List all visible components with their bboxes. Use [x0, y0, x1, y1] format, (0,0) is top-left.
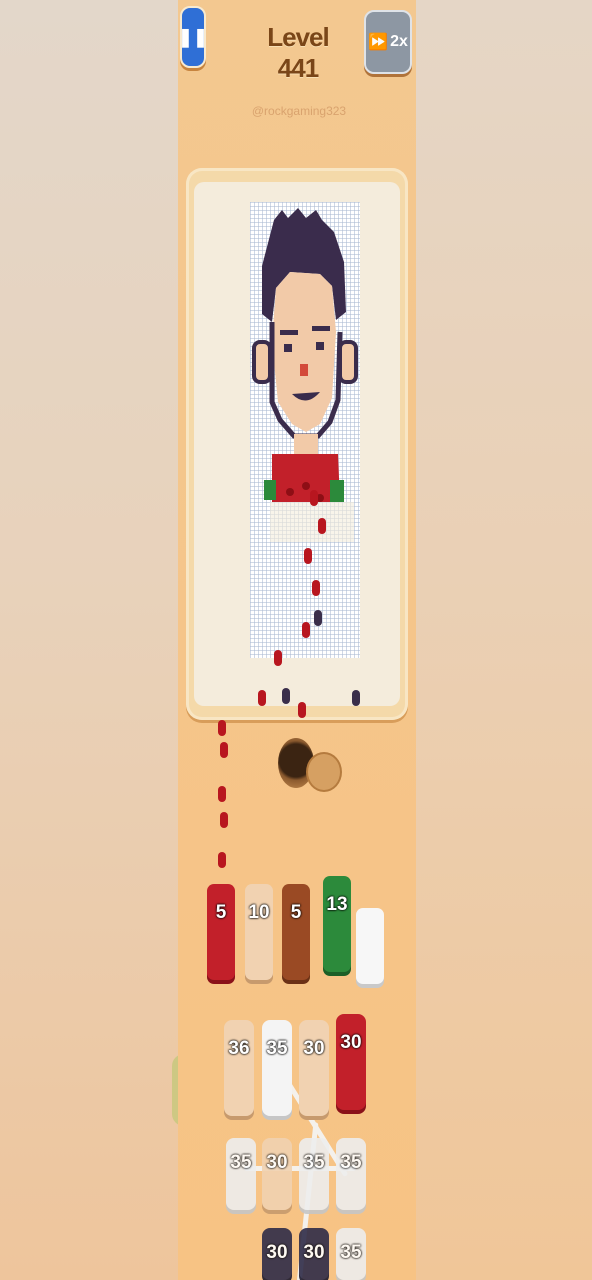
slot-red[interactable]: 5: [207, 884, 235, 980]
pause-button[interactable]: ❚❚: [178, 6, 209, 68]
tile[interactable]: 35: [299, 1138, 329, 1210]
ant: [298, 702, 306, 718]
creator-username: @rockgaming323: [251, 104, 347, 118]
tile[interactable]: 30: [299, 1228, 329, 1280]
ant: [352, 690, 360, 706]
slot-count: 5: [290, 902, 302, 923]
slot-count: 13: [326, 894, 348, 915]
tile[interactable]: 35: [226, 1138, 256, 1210]
ant: [282, 688, 290, 704]
level-title: Level 441: [267, 22, 330, 83]
ant: [274, 650, 282, 666]
tile-count: 36: [228, 1038, 250, 1059]
speed-label: 2x: [390, 33, 408, 50]
tile[interactable]: 30: [299, 1020, 329, 1116]
ant: [312, 580, 320, 596]
slot-count: 10: [248, 902, 270, 923]
slot-brown[interactable]: 5: [282, 884, 310, 980]
tile-count: 35: [340, 1242, 362, 1263]
fast-forward-icon: ⏩: [368, 34, 389, 51]
tile[interactable]: 30: [262, 1228, 292, 1280]
ant: [310, 490, 318, 506]
tile-count: 35: [303, 1152, 325, 1173]
game-screen: ❚❚ Level 441 ⏩ 2x @rockgaming323 5 10 5 …: [178, 0, 416, 1280]
tile-count: 30: [303, 1242, 325, 1263]
ant: [318, 518, 326, 534]
ant: [304, 548, 312, 564]
ant: [258, 690, 266, 706]
ant: [220, 742, 228, 758]
left-background-blur: [0, 0, 178, 1280]
pixel-art-canvas: [250, 202, 360, 658]
board-surface: [194, 182, 400, 706]
tile[interactable]: 35: [336, 1228, 366, 1280]
tile-count: 30: [340, 1032, 362, 1053]
slot-green[interactable]: 13: [323, 876, 351, 972]
ant: [314, 610, 322, 626]
ant: [302, 622, 310, 638]
tile[interactable]: 30: [336, 1014, 366, 1110]
slot-empty[interactable]: [356, 908, 384, 984]
tile[interactable]: 36: [224, 1020, 254, 1116]
ant: [220, 812, 228, 828]
ant: [218, 852, 226, 868]
picture-board: [186, 168, 408, 720]
tile-count: 30: [266, 1152, 288, 1173]
tile-count: 35: [266, 1038, 288, 1059]
speed-toggle-button[interactable]: ⏩ 2x: [364, 10, 412, 74]
tile-count: 30: [266, 1242, 288, 1263]
wooden-lid: [306, 752, 342, 792]
tile[interactable]: 35: [262, 1020, 292, 1116]
tile-count: 35: [230, 1152, 252, 1173]
pixel-art-portrait: [252, 208, 358, 542]
tile[interactable]: 35: [336, 1138, 366, 1210]
ant: [218, 786, 226, 802]
tile-count: 35: [340, 1152, 362, 1173]
slot-peach[interactable]: 10: [245, 884, 273, 980]
pause-icon: ❚❚: [178, 26, 209, 47]
right-background-blur: [416, 0, 592, 1280]
slot-count: 5: [215, 902, 227, 923]
tile[interactable]: 30: [262, 1138, 292, 1210]
ant: [218, 720, 226, 736]
tile-count: 30: [303, 1038, 325, 1059]
